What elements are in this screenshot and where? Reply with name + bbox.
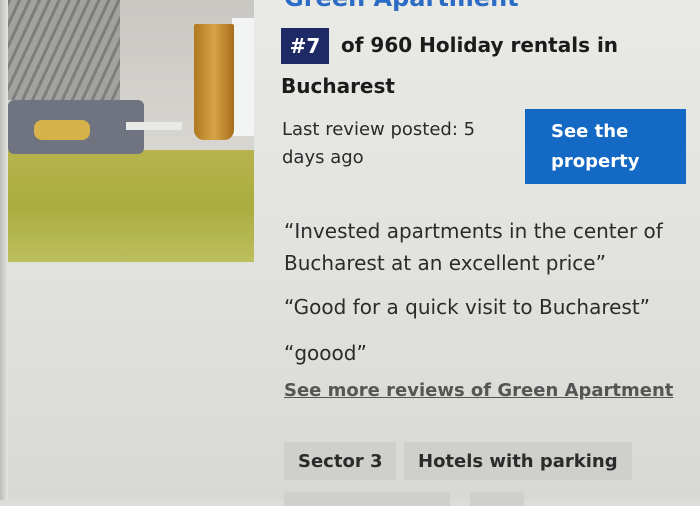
last-review-posted: Last review posted: 5 days ago: [282, 119, 476, 168]
rank-text: of 960 Holiday rentals in: [341, 33, 619, 57]
property-photo[interactable]: [8, 0, 254, 262]
tag-cut-off[interactable]: [470, 492, 524, 506]
tag-sector-3[interactable]: Sector 3: [284, 442, 397, 480]
rank-city: Bucharest: [281, 74, 395, 98]
tag-label: Sector 3: [298, 450, 383, 472]
listing-card: Green Apartment #7 of 960 Holiday rental…: [0, 0, 700, 506]
tag-hotels-with-parking[interactable]: Hotels with parking: [404, 442, 632, 480]
tag-label: Hotels with parking: [418, 450, 618, 472]
review-quote: “Good for a quick visit to Bucharest”: [284, 295, 651, 319]
more-reviews-link[interactable]: See more reviews of Green Apartment: [284, 380, 673, 401]
see-property-button[interactable]: See the property: [525, 109, 686, 184]
rank-badge: #7: [281, 28, 329, 64]
wall-art: [8, 0, 120, 100]
screen-edge: [0, 0, 8, 500]
tag-cut-off[interactable]: [284, 492, 450, 506]
review-quote: “Invested apartments in the center of Bu…: [284, 219, 663, 275]
listing-title[interactable]: Green Apartment: [284, 0, 519, 12]
review-quote: “goood”: [284, 341, 367, 365]
see-property-label: See the property: [551, 121, 640, 172]
